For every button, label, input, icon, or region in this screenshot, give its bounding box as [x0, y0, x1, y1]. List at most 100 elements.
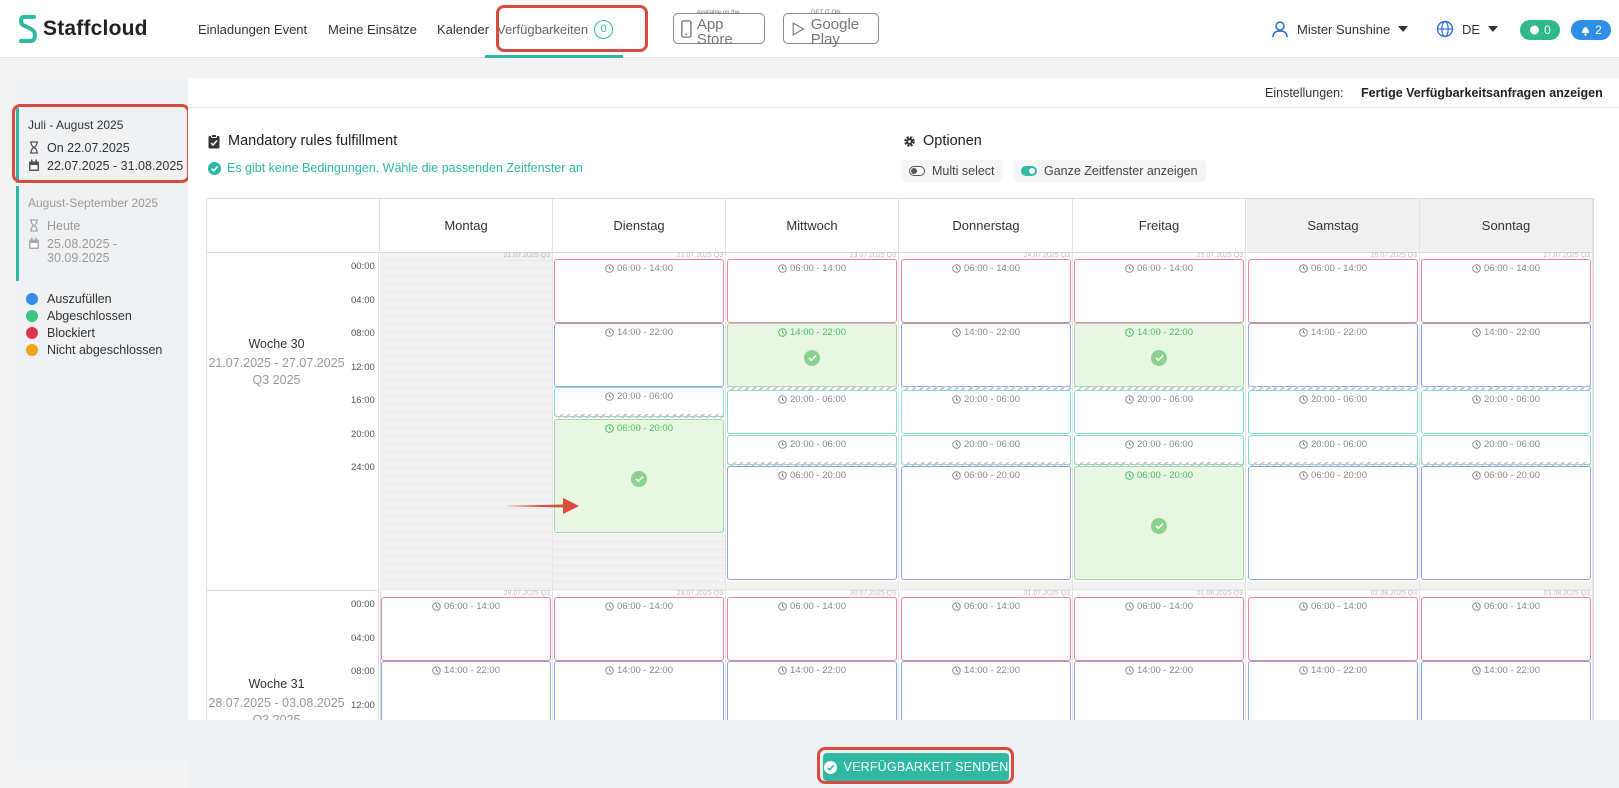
clock-icon	[778, 264, 787, 273]
clock-icon	[605, 328, 614, 337]
day-column: 30.07.2025 Q3 06:00 - 14:00 14:00 - 22:00	[726, 590, 899, 740]
day-header-montag: Montag	[380, 199, 553, 253]
time-slot[interactable]: 20:00 - 06:00	[901, 435, 1071, 465]
time-slot[interactable]: 06:00 - 14:00	[381, 597, 551, 661]
period-deadline-text: Heute	[47, 219, 81, 233]
time-slot[interactable]: 06:00 - 20:00	[1248, 466, 1418, 580]
slot-time-label: 06:00 - 14:00	[902, 263, 1070, 274]
time-slot[interactable]: 06:00 - 14:00	[1074, 597, 1244, 661]
time-slot[interactable]: 14:00 - 22:00	[901, 323, 1071, 387]
time-slot[interactable]: 06:00 - 20:00	[1074, 466, 1244, 580]
clock-icon	[1125, 264, 1134, 273]
settings-bar: Einstellungen: Fertige Verfügbarkeitsanf…	[188, 78, 1619, 108]
time-slot[interactable]: 14:00 - 22:00	[554, 323, 724, 387]
clock-icon	[432, 602, 441, 611]
time-slot[interactable]: 20:00 - 06:00	[1248, 435, 1418, 465]
time-slot[interactable]: 06:00 - 14:00	[1248, 259, 1418, 323]
period-item-juli-august[interactable]: Juli - August 2025 On 22.07.2025 22.07.2…	[16, 108, 188, 183]
time-slot[interactable]: 20:00 - 06:00	[1074, 390, 1244, 434]
date-stamp: 26.07.2025 Q3	[1370, 252, 1417, 259]
day-column: 24.07.2025 Q3 06:00 - 14:00 14:00 - 22:00 2…	[900, 252, 1073, 591]
date-stamp: 29.07.2025 Q3	[676, 590, 723, 597]
time-slot[interactable]: 06:00 - 14:00	[1074, 259, 1244, 323]
slot-time-label: 14:00 - 22:00	[382, 665, 550, 676]
time-slot[interactable]: 06:00 - 14:00	[1421, 597, 1591, 661]
nav-verfuegbarkeiten[interactable]: Verfügbarkeiten 0	[497, 14, 614, 44]
nav-kalender[interactable]: Kalender	[437, 22, 489, 37]
time-slot[interactable]: 06:00 - 14:00	[727, 597, 897, 661]
check-circle-icon	[823, 760, 837, 774]
slot-time-label: 20:00 - 06:00	[1249, 439, 1417, 450]
time-slot[interactable]: 14:00 - 22:00	[1074, 323, 1244, 387]
time-slot[interactable]: 06:00 - 14:00	[1421, 259, 1591, 323]
multi-select-toggle[interactable]: Multi select	[901, 160, 1003, 182]
time-slot[interactable]: 14:00 - 22:00	[727, 323, 897, 387]
slot-time-label: 06:00 - 20:00	[728, 470, 896, 481]
clock-icon	[1299, 471, 1308, 480]
app-store-big: App Store	[696, 16, 733, 48]
slot-time-label: 06:00 - 20:00	[1075, 470, 1243, 481]
time-label: 12:00	[351, 699, 375, 711]
slot-time-label: 14:00 - 22:00	[1422, 665, 1590, 676]
time-slot[interactable]: 06:00 - 20:00	[727, 466, 897, 580]
slot-time-label: 14:00 - 22:00	[555, 665, 723, 676]
legend-item-nicht-abgeschlossen: Nicht abgeschlossen	[26, 341, 162, 358]
show-finished-requests-link[interactable]: Fertige Verfügbarkeitsanfragen anzeigen	[1361, 86, 1603, 100]
slot-time-text: 06:00 - 14:00	[790, 601, 846, 612]
slot-time-label: 20:00 - 06:00	[1075, 439, 1243, 450]
time-slot[interactable]: 20:00 - 06:00	[1074, 435, 1244, 465]
time-slot[interactable]: 20:00 - 06:00	[554, 387, 724, 417]
time-slot[interactable]: 06:00 - 14:00	[901, 259, 1071, 323]
time-slot[interactable]: 06:00 - 14:00	[901, 597, 1071, 661]
time-slot[interactable]: 06:00 - 14:00	[554, 259, 724, 323]
slot-time-label: 14:00 - 22:00	[1249, 327, 1417, 338]
time-slot[interactable]: 06:00 - 20:00	[1421, 466, 1591, 580]
app-store-button[interactable]: Available on the App Store	[673, 10, 765, 48]
time-slot[interactable]: 06:00 - 14:00	[554, 597, 724, 661]
date-stamp: 22.07.2025 Q3	[676, 252, 723, 259]
slot-time-text: 14:00 - 22:00	[1137, 327, 1193, 338]
slot-time-text: 20:00 - 06:00	[1137, 394, 1193, 405]
time-slot[interactable]: 20:00 - 06:00	[1421, 435, 1591, 465]
time-slot[interactable]: 06:00 - 14:00	[727, 259, 897, 323]
messages-pill[interactable]: 0	[1520, 20, 1560, 40]
notifications-pill[interactable]: 2	[1571, 20, 1611, 40]
status-dot	[26, 292, 38, 305]
time-slot[interactable]: 20:00 - 06:00	[901, 390, 1071, 434]
slot-time-text: 20:00 - 06:00	[1311, 439, 1367, 450]
status-dot	[26, 326, 38, 339]
google-play-button[interactable]: GET IT ON Google Play	[783, 10, 879, 47]
nav-einladungen-event[interactable]: Einladungen Event	[198, 22, 307, 37]
slot-time-label: 14:00 - 22:00	[1075, 665, 1243, 676]
time-slot[interactable]: 06:00 - 20:00	[901, 466, 1071, 580]
user-menu[interactable]: Mister Sunshine	[1271, 20, 1409, 38]
time-slot[interactable]: 06:00 - 14:00	[1248, 597, 1418, 661]
time-slot[interactable]: 20:00 - 06:00	[727, 390, 897, 434]
show-full-slots-toggle[interactable]: Ganze Zeitfenster anzeigen	[1013, 160, 1206, 182]
time-slot[interactable]: 20:00 - 06:00	[1421, 390, 1591, 434]
chevron-down-icon	[1398, 26, 1409, 32]
language-selector[interactable]: DE	[1436, 20, 1499, 38]
day-header-sonntag: Sonntag	[1420, 199, 1593, 253]
clock-icon	[1472, 440, 1481, 449]
clock-icon	[1472, 264, 1481, 273]
week-quarter: Q3 2025	[252, 373, 301, 387]
slot-time-text: 20:00 - 06:00	[1311, 394, 1367, 405]
slot-time-label: 06:00 - 20:00	[1249, 470, 1417, 481]
status-dot	[26, 309, 38, 322]
check-icon	[1151, 350, 1167, 366]
calendar-icon	[29, 237, 39, 249]
time-slot[interactable]: 14:00 - 22:00	[1421, 323, 1591, 387]
clock-icon	[605, 264, 614, 273]
time-slot[interactable]: 20:00 - 06:00	[727, 435, 897, 465]
multi-select-label: Multi select	[932, 164, 995, 178]
time-slot[interactable]: 14:00 - 22:00	[1248, 323, 1418, 387]
period-deadline-text: On 22.07.2025	[47, 141, 130, 155]
time-slot[interactable]: 20:00 - 06:00	[1248, 390, 1418, 434]
period-item-august-september[interactable]: August-September 2025 Heute 25.08.2025 -…	[16, 186, 188, 281]
send-availability-button[interactable]: VERFÜGBARKEIT SENDEN	[823, 753, 1009, 781]
nav-meine-einsaetze[interactable]: Meine Einsätze	[328, 22, 417, 37]
user-icon	[1272, 21, 1288, 38]
period-deadline: Heute	[28, 219, 188, 233]
staffcloud-logo[interactable]: Staffcloud	[19, 14, 148, 44]
